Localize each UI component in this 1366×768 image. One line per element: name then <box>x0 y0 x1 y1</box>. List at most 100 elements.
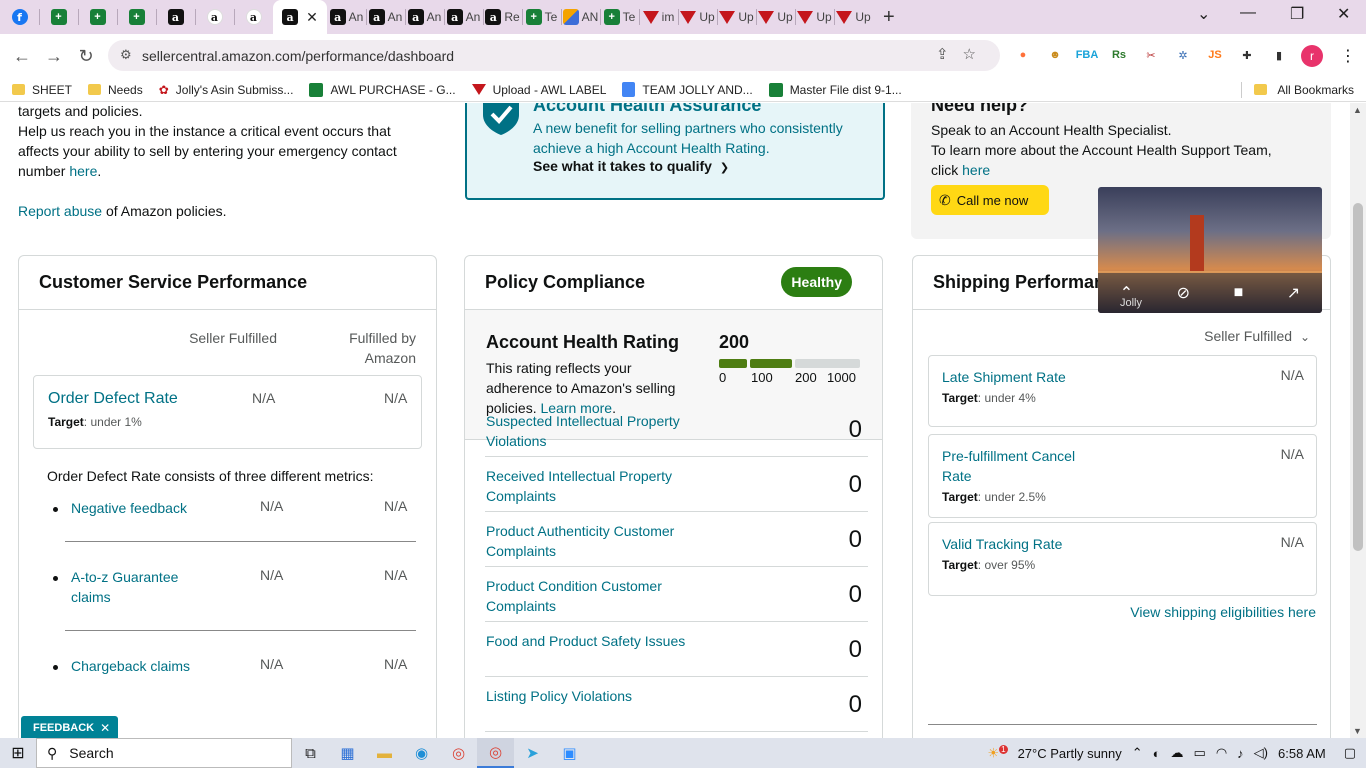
browser-tab[interactable]: + <box>117 0 156 34</box>
policy-row-link[interactable]: Received Intellectual Property Complaints <box>486 466 716 506</box>
chrome-icon[interactable]: ◎ <box>440 738 477 768</box>
extension-icon[interactable]: ✚ <box>1236 44 1258 66</box>
browser-tab[interactable]: Up <box>756 0 795 34</box>
camera-icon[interactable]: ■ <box>1234 284 1244 302</box>
odr-submetric-link[interactable]: Negative feedback <box>71 498 187 518</box>
extension-icon[interactable]: ✲ <box>1172 44 1194 66</box>
emergency-contact-link[interactable]: here <box>69 163 97 179</box>
browser-tab[interactable]: a <box>195 0 234 34</box>
view-shipping-eligibilities-link[interactable]: View shipping eligibilities here <box>1130 604 1316 620</box>
browser-tab[interactable]: a ✕ <box>273 0 327 34</box>
call-me-now-button[interactable]: ✆ Call me now <box>931 185 1049 215</box>
extension-icon[interactable]: ✂ <box>1140 44 1162 66</box>
policy-row-link[interactable]: Product Authenticity Customer Complaints <box>486 521 716 561</box>
browser-tab[interactable]: + <box>39 0 78 34</box>
taskbar-search[interactable]: ⚲ Search <box>36 738 292 768</box>
profile-avatar[interactable]: r <box>1301 45 1323 67</box>
tab-search-icon[interactable]: ⌄ <box>1197 4 1210 24</box>
policy-row-link[interactable]: Listing Policy Violations <box>486 686 716 706</box>
new-tab-icon[interactable]: + <box>883 6 895 29</box>
bookmark-item[interactable]: Needs <box>88 83 143 97</box>
scroll-thumb[interactable] <box>1353 203 1363 551</box>
browser-tab[interactable]: a An <box>444 0 483 34</box>
bookmark-item[interactable]: Upload - AWL LABEL <box>471 83 606 97</box>
windows-start-icon[interactable]: ⊞ <box>0 743 36 763</box>
extension-icon[interactable]: ● <box>1012 44 1034 66</box>
weather-icon[interactable]: ☀ 1 <box>987 744 1008 761</box>
back-icon[interactable]: ← <box>6 46 38 67</box>
browser-tab[interactable]: f <box>0 0 39 34</box>
policy-row-link[interactable]: Food and Product Safety Issues <box>486 631 716 651</box>
fulfillment-filter-dropdown[interactable]: Seller Fulfilled ⌄ <box>1204 328 1310 344</box>
volume-icon[interactable]: ◁) <box>1254 745 1268 761</box>
battery-icon[interactable]: ▭ <box>1194 745 1206 761</box>
popout-icon[interactable]: ↗ <box>1287 283 1300 303</box>
telegram-icon[interactable]: ➤ <box>514 738 551 768</box>
shipping-metric-link[interactable]: Valid Tracking Rate <box>942 534 1062 554</box>
extension-icon[interactable]: ▮ <box>1268 44 1290 66</box>
policy-row-link[interactable]: Suspected Intellectual Property Violation… <box>486 411 716 451</box>
browser-menu-icon[interactable]: ⋮ <box>1340 46 1356 66</box>
notifications-icon[interactable]: ▢ <box>1344 745 1356 761</box>
weather-text[interactable]: 27°C Partly sunny <box>1018 746 1122 761</box>
minimize-icon[interactable]: — <box>1240 4 1256 22</box>
browser-tab[interactable]: a An <box>366 0 405 34</box>
extension-icon[interactable]: Rs <box>1108 44 1130 66</box>
task-view-icon[interactable]: ⧉ <box>292 738 329 768</box>
bookmark-item[interactable]: SHEET <box>12 83 72 97</box>
clock[interactable]: 6:58 AM <box>1278 746 1326 761</box>
browser-tab[interactable]: + <box>78 0 117 34</box>
scroll-up-icon[interactable]: ▲ <box>1353 105 1362 115</box>
see-what-it-takes-link[interactable]: See what it takes to qualify ❯ <box>533 158 729 174</box>
shipping-metric-link[interactable]: Late Shipment Rate <box>942 367 1066 387</box>
reload-icon[interactable]: ↻ <box>70 46 102 67</box>
bookmark-item[interactable]: ✿ Jolly's Asin Submiss... <box>159 83 294 97</box>
bookmark-item[interactable]: AWL PURCHASE - G... <box>309 82 456 97</box>
browser-tab[interactable]: + Te <box>600 0 639 34</box>
close-icon[interactable]: ✕ <box>100 721 110 735</box>
scroll-down-icon[interactable]: ▼ <box>1353 726 1362 736</box>
browser-tab[interactable]: a <box>156 0 195 34</box>
odr-submetric-link[interactable]: Chargeback claims <box>71 656 190 676</box>
extension-icon[interactable]: ☻ <box>1044 44 1066 66</box>
browser-tab[interactable]: a An <box>327 0 366 34</box>
browser-tab[interactable]: + Te <box>522 0 561 34</box>
extension-icon[interactable]: JS <box>1204 44 1226 66</box>
all-bookmarks[interactable]: All Bookmarks <box>1241 81 1354 98</box>
page-scrollbar[interactable]: ▲ ▼ <box>1350 103 1366 738</box>
browser-tab[interactable]: AN <box>561 0 600 34</box>
tray-app-icon[interactable]: ◐ <box>1153 746 1161 761</box>
browser-tab[interactable]: Up <box>795 0 834 34</box>
onedrive-icon[interactable]: ☁ <box>1171 745 1184 761</box>
browser-tab[interactable]: Up <box>834 0 873 34</box>
site-info-icon[interactable]: ⚙ <box>120 47 132 63</box>
support-team-link[interactable]: here <box>962 162 990 178</box>
bookmark-item[interactable]: Master File dist 9-1... <box>768 82 902 97</box>
chrome-active-icon[interactable]: ◎ <box>477 738 514 768</box>
wifi-icon[interactable]: ◠ <box>1216 745 1227 761</box>
policy-row-link[interactable]: Product Condition Customer Complaints <box>486 576 716 616</box>
tray-overflow-icon[interactable]: ⌃ <box>1132 745 1143 761</box>
browser-tab[interactable]: a <box>234 0 273 34</box>
tab-close-icon[interactable]: ✕ <box>306 9 318 26</box>
edge-icon[interactable]: ◉ <box>403 738 440 768</box>
forward-icon[interactable]: → <box>38 46 70 67</box>
address-bar[interactable]: ⚙ sellercentral.amazon.com/performance/d… <box>108 40 1000 71</box>
share-star-icons[interactable]: ⇪☆ <box>936 45 990 63</box>
browser-tab[interactable]: Up <box>678 0 717 34</box>
mic-icon[interactable]: ♪ <box>1237 746 1244 761</box>
store-icon[interactable]: ▦ <box>329 738 366 768</box>
extension-icon[interactable]: FBA <box>1076 44 1099 66</box>
shipping-metric-link[interactable]: Pre-fulfillment Cancel Rate <box>942 446 1075 486</box>
bookmark-item[interactable]: TEAM JOLLY AND... <box>622 82 753 97</box>
odr-submetric-link[interactable]: A-to-z Guarantee claims <box>71 567 178 607</box>
zoom-icon[interactable]: ▣ <box>551 738 588 768</box>
window-close-icon[interactable]: ✕ <box>1337 4 1350 24</box>
report-abuse-link[interactable]: Report abuse <box>18 203 102 219</box>
browser-tab[interactable]: Up <box>717 0 756 34</box>
browser-tab[interactable]: im <box>639 0 678 34</box>
feedback-button[interactable]: FEEDBACK ✕ <box>21 716 119 738</box>
browser-tab[interactable]: a Re <box>483 0 522 34</box>
mic-off-icon[interactable]: ⊘ <box>1177 283 1190 303</box>
video-call-overlay[interactable]: ⌃ ⊘ ■ ↗ Jolly <box>1098 187 1322 313</box>
